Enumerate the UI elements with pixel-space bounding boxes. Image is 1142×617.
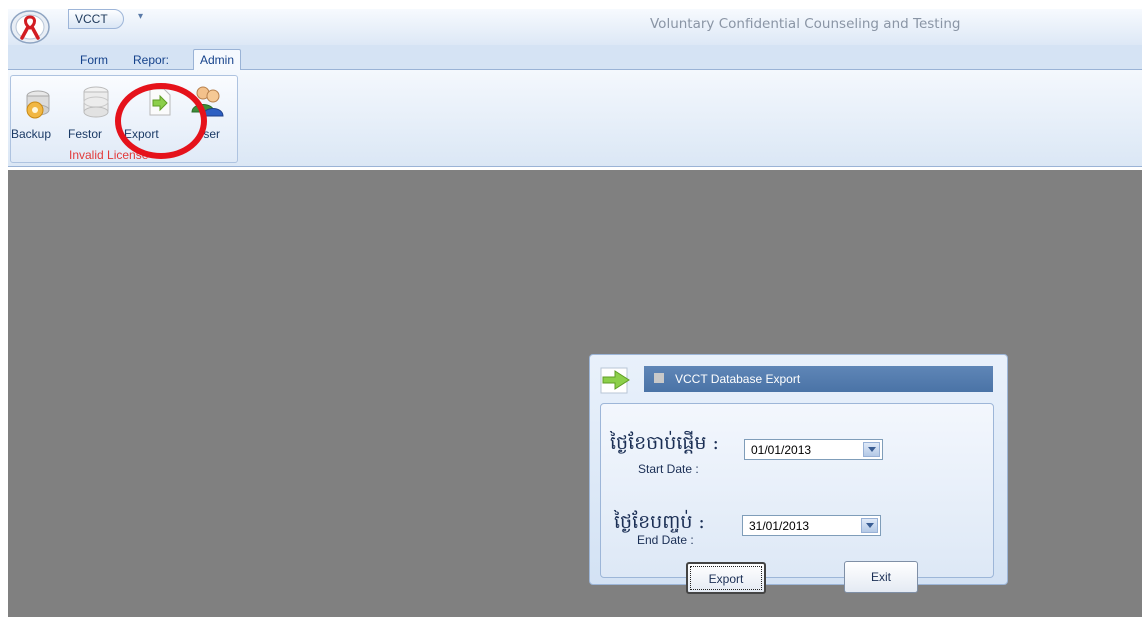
chevron-down-icon[interactable] — [863, 442, 880, 457]
quick-access-toolbar[interactable]: VCCT — [68, 9, 124, 29]
backup-button-label[interactable]: Backup — [11, 127, 51, 141]
application-button[interactable] — [8, 9, 58, 45]
restore-button-label[interactable]: Festor — [68, 127, 102, 141]
chevron-down-icon[interactable] — [861, 518, 878, 533]
customize-qat-arrow-icon[interactable]: ▾ — [138, 11, 143, 22]
start-date-label-khmer: ថ្ងៃខែចាប់ផ្ដើម : — [610, 432, 719, 454]
end-date-value: 31/01/2013 — [749, 519, 810, 533]
tab-admin[interactable]: Admin — [193, 49, 242, 71]
dialog-form-panel — [600, 403, 994, 578]
export-button[interactable]: Export — [686, 562, 766, 594]
qat-label: VCCT — [75, 12, 108, 26]
aids-ribbon-icon — [10, 10, 50, 44]
dialog-header-square-icon — [654, 373, 664, 383]
window-title: Voluntary Confidential Counseling and Te… — [650, 16, 961, 32]
start-date-value: 01/01/2013 — [751, 443, 812, 457]
start-date-label: Start Date : — [638, 462, 699, 476]
backup-disk-icon[interactable] — [24, 88, 54, 123]
end-date-picker[interactable]: 31/01/2013 — [742, 515, 881, 536]
dialog-title: VCCT Database Export — [675, 372, 801, 386]
dialog-export-icon — [599, 365, 635, 398]
ribbon-tab-strip — [8, 45, 1142, 70]
tab-report[interactable]: Repor: — [133, 53, 169, 67]
highlight-circle-annotation — [115, 83, 207, 159]
exit-button[interactable]: Exit — [844, 561, 918, 593]
title-bar — [8, 9, 1142, 45]
end-date-label: End Date : — [637, 533, 694, 547]
start-date-picker[interactable]: 01/01/2013 — [744, 439, 883, 460]
restore-database-icon[interactable] — [81, 85, 111, 122]
tab-form[interactable]: Form — [80, 53, 108, 67]
